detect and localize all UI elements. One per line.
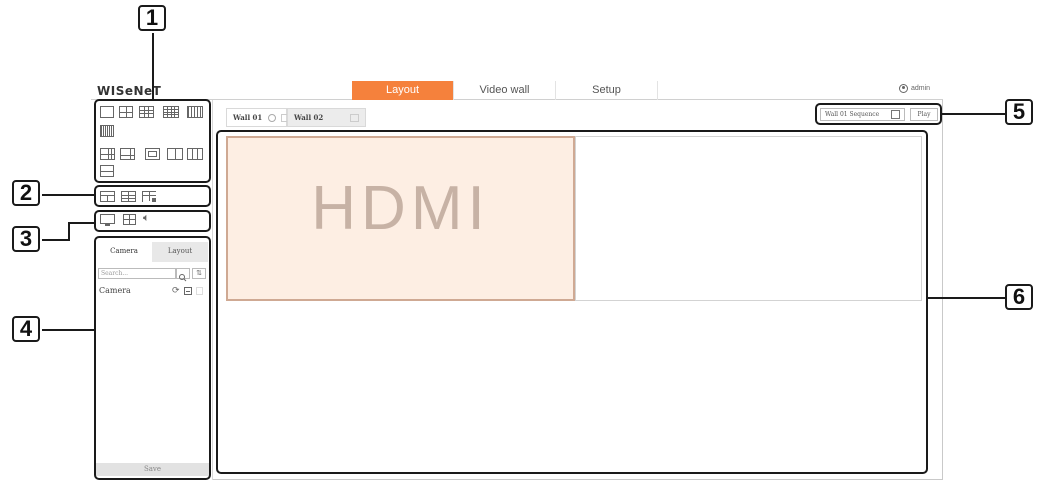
callout-box-5 bbox=[815, 103, 942, 125]
user-name: admin bbox=[911, 85, 931, 92]
tab-video-wall[interactable]: Video wall bbox=[453, 81, 555, 100]
callout-number-5: 5 bbox=[1005, 99, 1033, 125]
callout-line-3a bbox=[42, 239, 69, 241]
callout-number-4: 4 bbox=[12, 316, 40, 342]
tab-layout[interactable]: Layout bbox=[352, 81, 453, 100]
user-menu[interactable]: admin bbox=[899, 84, 930, 93]
callout-line-3c bbox=[68, 222, 94, 224]
callout-box-3 bbox=[94, 210, 211, 232]
wall-tab-label: Wall 01 bbox=[233, 113, 263, 122]
wall-tab-label: Wall 02 bbox=[294, 113, 324, 122]
wall-tab-02[interactable]: Wall 02 bbox=[287, 108, 366, 127]
callout-box-2 bbox=[94, 185, 211, 207]
callout-line-6 bbox=[928, 297, 1005, 299]
callout-box-1 bbox=[94, 99, 211, 183]
callout-box-4 bbox=[94, 236, 211, 480]
callout-line-3b bbox=[68, 222, 70, 241]
callout-box-6 bbox=[216, 130, 928, 474]
callout-number-3: 3 bbox=[12, 226, 40, 252]
callout-line-5 bbox=[942, 113, 1005, 115]
callout-line-1 bbox=[152, 33, 154, 100]
close-tab-icon[interactable] bbox=[350, 114, 359, 122]
user-icon bbox=[899, 84, 908, 93]
info-icon[interactable] bbox=[268, 114, 276, 122]
callout-number-1: 1 bbox=[138, 5, 166, 31]
callout-number-2: 2 bbox=[12, 180, 40, 206]
callout-line-4 bbox=[42, 329, 94, 331]
tab-setup[interactable]: Setup bbox=[555, 81, 658, 100]
callout-line-2 bbox=[42, 194, 94, 196]
callout-number-6: 6 bbox=[1005, 284, 1033, 310]
wall-tab-01[interactable]: Wall 01 bbox=[226, 108, 290, 127]
